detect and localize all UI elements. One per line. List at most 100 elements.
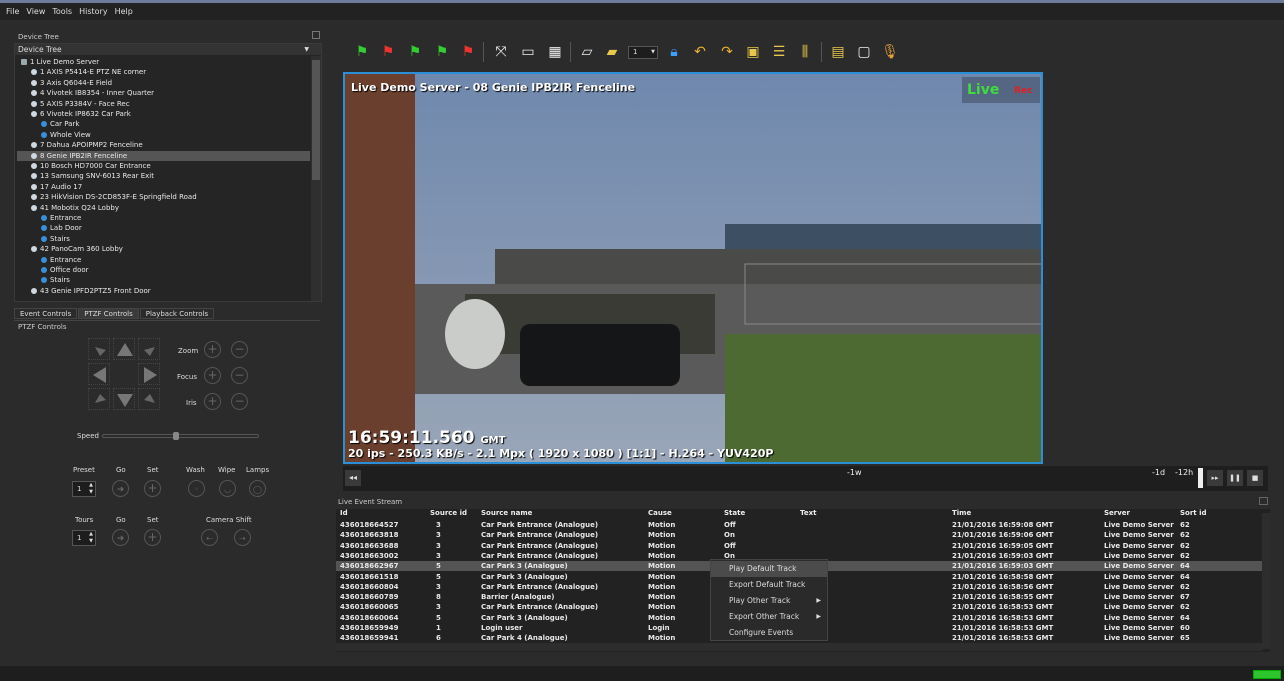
column-header[interactable]: Cause bbox=[648, 509, 672, 519]
flags-tree-icon[interactable]: ⚑ bbox=[406, 43, 424, 61]
column-header[interactable]: Server bbox=[1104, 509, 1130, 519]
ptz-left-button[interactable] bbox=[88, 363, 110, 385]
zoom-out-button[interactable]: − bbox=[231, 341, 248, 358]
ptz-down-left-button[interactable] bbox=[88, 388, 110, 410]
image-adjust-icon[interactable]: ▣ bbox=[744, 43, 762, 61]
column-header[interactable]: Source name bbox=[481, 509, 532, 519]
stop-button[interactable]: ■ bbox=[1247, 470, 1263, 486]
screen-icon[interactable]: ▢ bbox=[855, 43, 873, 61]
table-row[interactable]: 436018664527 3 Car Park Entrance (Analogue… bbox=[336, 520, 1262, 530]
speed-slider[interactable] bbox=[102, 434, 259, 438]
ptz-up-right-button[interactable] bbox=[138, 338, 160, 360]
event-table-hscrollbar[interactable] bbox=[336, 643, 1262, 651]
rewind-button[interactable]: ◂◂ bbox=[345, 470, 361, 486]
ptz-down-button[interactable] bbox=[113, 388, 135, 410]
column-header[interactable]: Text bbox=[800, 509, 816, 519]
preset-go-button[interactable]: ➜ bbox=[112, 480, 129, 497]
preset-set-button[interactable]: + bbox=[144, 480, 161, 497]
menu-item-export-other-track[interactable]: Export Other Track ▶ bbox=[711, 609, 827, 625]
ptz-up-button[interactable] bbox=[113, 338, 135, 360]
focus-in-button[interactable]: + bbox=[204, 367, 221, 384]
equalizer-icon[interactable]: ⫼ bbox=[796, 43, 814, 61]
fast-forward-button[interactable]: ▸▸ bbox=[1207, 470, 1223, 486]
redo-arrow-icon[interactable]: ↷ bbox=[718, 43, 736, 61]
wash-button[interactable]: ◦ bbox=[188, 480, 205, 497]
menu-history[interactable]: History bbox=[79, 7, 107, 16]
lamps-button[interactable]: ◯ bbox=[249, 480, 266, 497]
tours-set-button[interactable]: + bbox=[144, 529, 161, 546]
preset-spinbox[interactable]: 1 ▲ ▼ bbox=[72, 481, 96, 497]
pause-button[interactable]: ❚❚ bbox=[1227, 470, 1243, 486]
tours-go-button[interactable]: ➜ bbox=[112, 529, 129, 546]
panel-float-icon[interactable] bbox=[312, 31, 320, 39]
tree-scroll-thumb[interactable] bbox=[312, 60, 320, 180]
tab-event-controls[interactable]: Event Controls bbox=[14, 308, 78, 319]
clapperboard-icon[interactable]: ▰ bbox=[603, 43, 621, 61]
list-settings-icon[interactable]: ☰ bbox=[770, 43, 788, 61]
tree-item[interactable]: 5 AXIS P3384V - Face Rec bbox=[17, 99, 310, 109]
tree-item[interactable]: 7 Dahua APOIPMP2 Fenceline bbox=[17, 140, 310, 150]
spin-arrows-icon[interactable]: ▲ ▼ bbox=[89, 531, 93, 545]
column-header[interactable]: Time bbox=[952, 509, 971, 519]
tree-item[interactable]: Office door bbox=[17, 265, 310, 275]
tree-item[interactable]: 1 AXIS P5414-E PTZ NE corner bbox=[17, 67, 310, 77]
tree-item[interactable]: 42 PanoCam 360 Lobby bbox=[17, 244, 310, 254]
tree-item[interactable]: Lab Door bbox=[17, 223, 310, 233]
device-tree-dropdown[interactable]: Device Tree ▼ bbox=[15, 44, 321, 55]
menu-view[interactable]: View bbox=[26, 7, 45, 16]
tours-spinbox[interactable]: 1 ▲ ▼ bbox=[72, 530, 96, 546]
camera-shift-right-button[interactable]: ⇢ bbox=[234, 529, 251, 546]
iris-close-button[interactable]: − bbox=[231, 393, 248, 410]
tree-item[interactable]: 6 Vivotek IP8632 Car Park bbox=[17, 109, 310, 119]
tree-item[interactable]: 41 Mobotix Q24 Lobby bbox=[17, 203, 310, 213]
timeline-cursor[interactable] bbox=[1198, 468, 1203, 488]
iris-open-button[interactable]: + bbox=[204, 393, 221, 410]
tree-item[interactable]: 13 Samsung SNV-6013 Rear Exit bbox=[17, 171, 310, 181]
tree-item[interactable]: 23 HikVision DS-2CD853F-E Springfield Ro… bbox=[17, 192, 310, 202]
ptz-right-button[interactable] bbox=[138, 363, 160, 385]
tree-item[interactable]: 10 Bosch HD7000 Car Entrance bbox=[17, 161, 310, 171]
ptz-up-left-button[interactable] bbox=[88, 338, 110, 360]
menu-tools[interactable]: Tools bbox=[52, 7, 72, 16]
speed-slider-thumb[interactable] bbox=[172, 432, 179, 440]
zoom-in-button[interactable]: + bbox=[204, 341, 221, 358]
tree-item[interactable]: Car Park bbox=[17, 119, 310, 129]
tree-item[interactable]: Whole View bbox=[17, 130, 310, 140]
column-header[interactable]: Sort id bbox=[1180, 509, 1207, 519]
video-view[interactable]: Live Demo Server - 08 Genie IPB2IR Fence… bbox=[343, 72, 1043, 464]
tab-ptzf-controls[interactable]: PTZF Controls bbox=[78, 308, 139, 319]
lock-icon[interactable]: 🔒︎ bbox=[665, 43, 683, 61]
ptz-down-right-button[interactable] bbox=[138, 388, 160, 410]
tree-item[interactable]: 1 Live Demo Server bbox=[17, 57, 310, 67]
tab-playback-controls[interactable]: Playback Controls bbox=[139, 308, 215, 319]
table-row[interactable]: 436018663688 3 Car Park Entrance (Analogue… bbox=[336, 541, 1262, 551]
camera-shift-left-button[interactable]: ⇠ bbox=[201, 529, 218, 546]
timeline-bar[interactable]: ◂◂ -1w -1d -12h ▸▸ ❚❚ ■ bbox=[343, 466, 1268, 491]
flag-step-red-icon[interactable]: ⚑ bbox=[459, 43, 477, 61]
column-header[interactable]: Source id bbox=[430, 509, 467, 519]
tree-item[interactable]: 17 Audio 17 bbox=[17, 182, 310, 192]
flag-green-icon[interactable]: ⚑ bbox=[353, 43, 371, 61]
menu-item-export-default-track[interactable]: Export Default Track bbox=[711, 577, 827, 593]
stream-select[interactable]: 1 ▼ bbox=[628, 46, 658, 59]
tree-item[interactable]: 43 Genie IPFD2PTZ5 Front Door bbox=[17, 286, 310, 296]
table-row[interactable]: 436018663818 3 Car Park Entrance (Analogue… bbox=[336, 530, 1262, 540]
tree-item[interactable]: Entrance bbox=[17, 255, 310, 265]
tree-item[interactable]: Stairs bbox=[17, 275, 310, 285]
tree-item[interactable]: 3 Axis Q6044-E Field bbox=[17, 78, 310, 88]
tree-item[interactable]: Stairs bbox=[17, 234, 310, 244]
column-header[interactable]: Id bbox=[340, 509, 348, 519]
spin-arrows-icon[interactable]: ▲ ▼ bbox=[89, 482, 93, 496]
monitor-icon[interactable]: ▭ bbox=[519, 43, 537, 61]
column-header[interactable]: State bbox=[724, 509, 745, 519]
menu-item-configure-events[interactable]: Configure Events bbox=[711, 625, 827, 641]
flag-step-green-icon[interactable]: ⚑ bbox=[433, 43, 451, 61]
folder-open-icon[interactable]: ▱ bbox=[578, 43, 596, 61]
tree-item[interactable]: 8 Genie IPB2IR Fenceline bbox=[17, 150, 310, 161]
flag-red-icon[interactable]: ⚑ bbox=[379, 43, 397, 61]
keypad-icon[interactable]: ▤ bbox=[829, 43, 847, 61]
panel-float-icon[interactable] bbox=[1259, 497, 1268, 505]
undo-arrow-icon[interactable]: ↶ bbox=[691, 43, 709, 61]
event-table-scrollbar[interactable] bbox=[1262, 513, 1270, 649]
focus-out-button[interactable]: − bbox=[231, 367, 248, 384]
